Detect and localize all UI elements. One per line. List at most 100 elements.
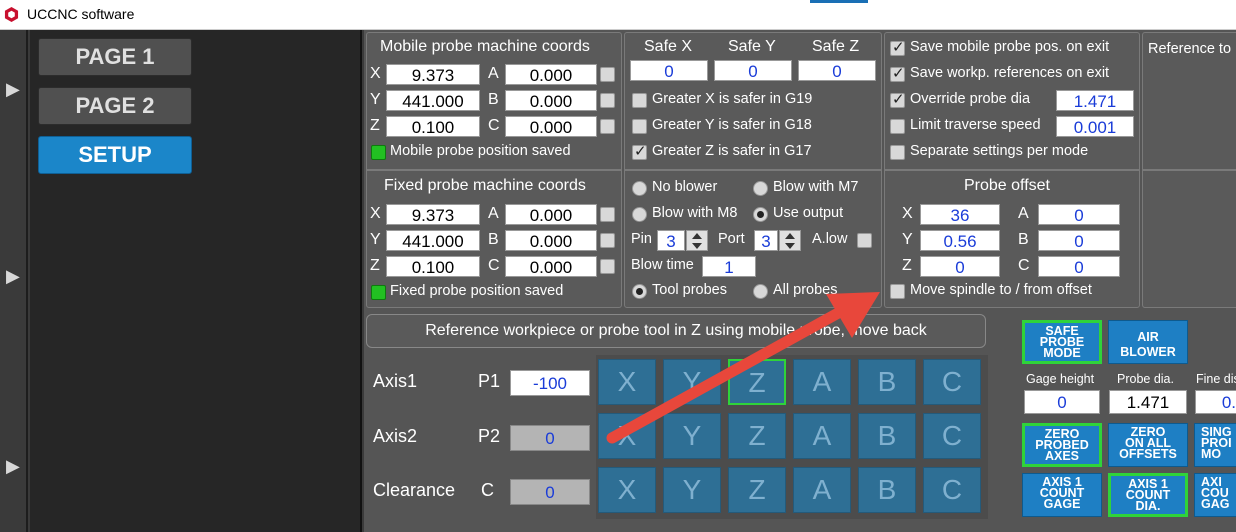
blow-m8-radio[interactable] <box>632 207 647 222</box>
setup-button[interactable]: SETUP <box>38 136 192 174</box>
fixed-z-field[interactable]: 0.100 <box>386 256 480 277</box>
pin-field[interactable]: 3 <box>657 230 685 251</box>
axis-count-gage-button[interactable]: AXI COU GAG <box>1194 473 1236 517</box>
single-probe-mode-button[interactable]: SING PROI MO <box>1194 423 1236 467</box>
use-output-radio[interactable] <box>753 207 768 222</box>
blow-time-field[interactable]: 1 <box>702 256 756 277</box>
fine-dist-field[interactable]: 0. <box>1195 390 1236 414</box>
offset-y-field[interactable]: 0.56 <box>920 230 1000 251</box>
mobile-a-checkbox[interactable] <box>600 67 615 82</box>
axis1-b-button[interactable]: B <box>858 359 916 405</box>
axis1-x-button[interactable]: X <box>598 359 656 405</box>
fixed-y-field[interactable]: 441.000 <box>386 230 480 251</box>
blow-m7-radio[interactable] <box>753 181 768 196</box>
p2-label: P2 <box>478 426 501 446</box>
tool-probes-label: Tool probes <box>652 282 727 298</box>
axis1-c-button[interactable]: C <box>923 359 981 405</box>
clearance-c-button[interactable]: C <box>923 467 981 513</box>
axis2-x-button[interactable]: X <box>598 413 656 459</box>
clearance-y-button[interactable]: Y <box>663 467 721 513</box>
page2-button[interactable]: PAGE 2 <box>38 87 192 125</box>
separate-settings-checkbox[interactable] <box>890 145 905 160</box>
mobile-c-field[interactable]: 0.000 <box>505 116 597 137</box>
axis1-z-button[interactable]: Z <box>728 359 786 405</box>
fine-dist-label: Fine dis <box>1196 372 1236 386</box>
expand-arrow-icon[interactable]: ▶ <box>6 79 20 100</box>
move-spindle-label: Move spindle to / from offset <box>910 282 1092 298</box>
axis-label: A <box>1018 205 1029 222</box>
offset-a-field[interactable]: 0 <box>1038 204 1120 225</box>
active-low-checkbox[interactable] <box>857 233 872 248</box>
greater-y-checkbox[interactable] <box>632 119 647 134</box>
mobile-y-field[interactable]: 441.000 <box>386 90 480 111</box>
divider <box>366 169 622 171</box>
pin-spinner-icon[interactable] <box>686 230 708 251</box>
fixed-x-field[interactable]: 9.373 <box>386 204 480 225</box>
port-label: Port <box>718 231 745 247</box>
p1-field[interactable]: -100 <box>510 370 590 396</box>
page1-button[interactable]: PAGE 1 <box>38 38 192 76</box>
axis2-y-button[interactable]: Y <box>663 413 721 459</box>
probe-dia-field[interactable]: 1.471 <box>1109 390 1187 414</box>
clearance-z-button[interactable]: Z <box>728 467 786 513</box>
fixed-a-checkbox[interactable] <box>600 207 615 222</box>
axis1-a-button[interactable]: A <box>793 359 851 405</box>
axis2-c-button[interactable]: C <box>923 413 981 459</box>
mobile-saved-indicator <box>371 145 386 160</box>
mobile-x-field[interactable]: 9.373 <box>386 64 480 85</box>
safe-x-field[interactable]: 0 <box>630 60 708 81</box>
limit-speed-field[interactable]: 0.001 <box>1056 116 1134 137</box>
no-blower-label: No blower <box>652 179 718 195</box>
override-dia-field[interactable]: 1.471 <box>1056 90 1134 111</box>
zero-probed-axes-button[interactable]: ZERO PROBED AXES <box>1022 423 1102 467</box>
all-probes-radio[interactable] <box>753 284 768 299</box>
greater-x-checkbox[interactable] <box>632 93 647 108</box>
save-workp-checkbox[interactable] <box>890 64 905 82</box>
axis2-b-button[interactable]: B <box>858 413 916 459</box>
safe-z-label: Safe Z <box>812 38 860 55</box>
clearance-a-button[interactable]: A <box>793 467 851 513</box>
fixed-b-field[interactable]: 0.000 <box>505 230 597 251</box>
port-spinner-icon[interactable] <box>779 230 801 251</box>
zero-all-offsets-button[interactable]: ZERO ON ALL OFFSETS <box>1108 423 1188 467</box>
gage-height-field[interactable]: 0 <box>1024 390 1100 414</box>
clearance-b-button[interactable]: B <box>858 467 916 513</box>
axis2-z-button[interactable]: Z <box>728 413 786 459</box>
mobile-c-checkbox[interactable] <box>600 119 615 134</box>
fixed-a-field[interactable]: 0.000 <box>505 204 597 225</box>
tool-probes-radio[interactable] <box>632 284 647 299</box>
expand-arrow-icon[interactable]: ▶ <box>6 456 20 477</box>
safe-y-field[interactable]: 0 <box>714 60 792 81</box>
port-field[interactable]: 3 <box>754 230 778 251</box>
air-blower-button[interactable]: AIR BLOWER <box>1108 320 1188 364</box>
offset-z-field[interactable]: 0 <box>920 256 1000 277</box>
axis1-y-button[interactable]: Y <box>663 359 721 405</box>
override-dia-checkbox[interactable] <box>890 90 905 108</box>
save-mobile-checkbox[interactable] <box>890 38 905 56</box>
safe-probe-mode-button[interactable]: SAFE PROBE MODE <box>1022 320 1102 364</box>
axis-label: Y <box>370 91 381 108</box>
offset-c-field[interactable]: 0 <box>1038 256 1120 277</box>
gage-height-label: Gage height <box>1026 372 1095 386</box>
move-spindle-checkbox[interactable] <box>890 284 905 299</box>
fixed-b-checkbox[interactable] <box>600 233 615 248</box>
p2-field[interactable]: 0 <box>510 425 590 451</box>
offset-b-field[interactable]: 0 <box>1038 230 1120 251</box>
axis1-count-gage-button[interactable]: AXIS 1 COUNT GAGE <box>1022 473 1102 517</box>
expand-arrow-icon[interactable]: ▶ <box>6 266 20 287</box>
axis1-count-dia-button[interactable]: AXIS 1 COUNT DIA. <box>1108 473 1188 517</box>
mobile-b-checkbox[interactable] <box>600 93 615 108</box>
clearance-x-button[interactable]: X <box>598 467 656 513</box>
fixed-c-field[interactable]: 0.000 <box>505 256 597 277</box>
no-blower-radio[interactable] <box>632 181 647 196</box>
offset-x-field[interactable]: 36 <box>920 204 1000 225</box>
mobile-b-field[interactable]: 0.000 <box>505 90 597 111</box>
greater-z-checkbox[interactable] <box>632 142 647 160</box>
axis2-a-button[interactable]: A <box>793 413 851 459</box>
mobile-a-field[interactable]: 0.000 <box>505 64 597 85</box>
safe-z-field[interactable]: 0 <box>798 60 876 81</box>
fixed-c-checkbox[interactable] <box>600 259 615 274</box>
clearance-field[interactable]: 0 <box>510 479 590 505</box>
limit-speed-checkbox[interactable] <box>890 119 905 134</box>
mobile-z-field[interactable]: 0.100 <box>386 116 480 137</box>
